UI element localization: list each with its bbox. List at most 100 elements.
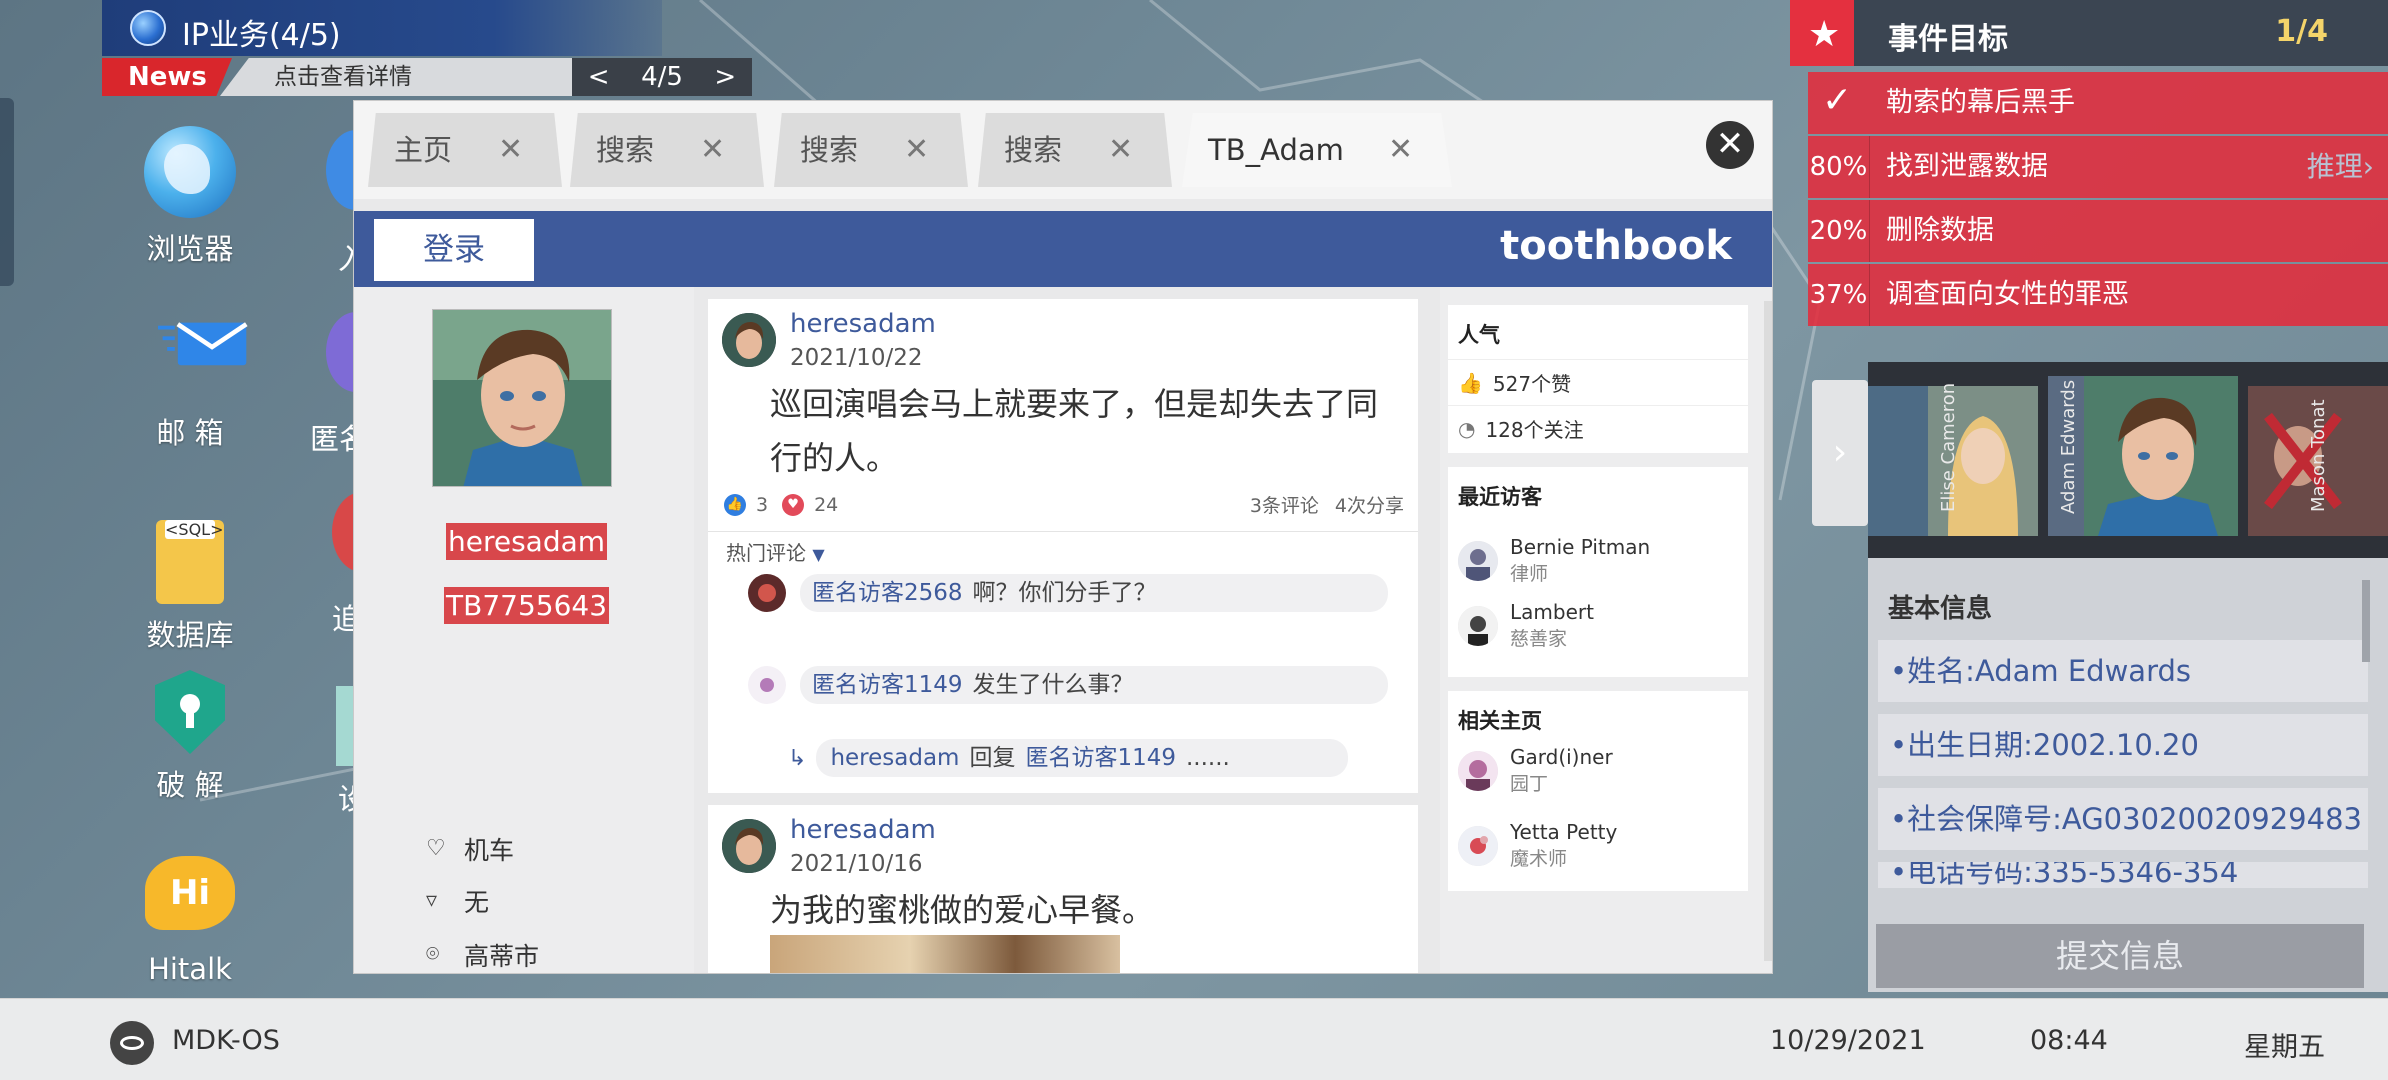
visitor-role: 律师 <box>1510 563 1549 585</box>
news-details-link[interactable]: 点击查看详情 <box>220 58 580 96</box>
likes-text: 527个赞 <box>1492 372 1572 396</box>
related-item[interactable]: Gard(i)ner 园丁 <box>1448 745 1748 804</box>
comment-item: 匿名访客1149 发生了什么事？ <box>748 665 1388 705</box>
deduce-button[interactable]: 推理› <box>2307 136 2374 198</box>
reply-text: ...... <box>1186 745 1230 771</box>
comment-item: 匿名访客2568 啊？你们分手了？ <box>748 573 1388 613</box>
objective-item[interactable]: ✓ 勒索的幕后黑手 <box>1808 72 2388 134</box>
card-title: 人气 <box>1458 323 1500 347</box>
objective-text: 找到泄露数据 <box>1886 151 2048 182</box>
tab-search[interactable]: 搜索 ✕ <box>774 113 968 187</box>
tab-label: 主页 <box>394 133 453 167</box>
brand-logo: toothbook <box>1500 223 1732 269</box>
hitalk-icon: Hi <box>145 856 235 930</box>
character-portrait[interactable] <box>1868 386 1928 536</box>
database-icon: <SQL> <box>156 520 224 604</box>
tab-search[interactable]: 搜索 ✕ <box>978 113 1172 187</box>
tab-search[interactable]: 搜索 ✕ <box>570 113 764 187</box>
desktop-mail[interactable]: 邮 箱 <box>120 312 260 452</box>
post-image[interactable] <box>770 935 1120 973</box>
info-name[interactable]: •姓名:Adam Edwards <box>1878 640 2368 702</box>
browser-icon <box>144 126 236 218</box>
objective-item[interactable]: 37% 调查面向女性的罪恶 <box>1808 264 2388 326</box>
popularity-card: 人气 👍 527个赞 ◔ 128个关注 <box>1448 305 1748 453</box>
character-strip[interactable]: Elise Cameron Adam Edwards Mason Tonat <box>1868 362 2388 558</box>
reply-target-link[interactable]: 匿名访客1149 <box>1025 745 1176 771</box>
desktop-label: 邮 箱 <box>156 416 224 450</box>
expand-panel-button[interactable]: › <box>1812 380 1868 526</box>
share-count[interactable]: 4次分享 <box>1335 491 1404 518</box>
scrollbar[interactable] <box>1764 301 1772 961</box>
globe-icon <box>130 10 166 46</box>
card-title: 最近访客 <box>1458 485 1542 509</box>
post-text: 巡回演唱会马上就要来了，但是却失去了同行的人。 <box>770 385 1379 477</box>
post-avatar[interactable] <box>722 819 776 873</box>
heart-icon[interactable]: ♥ <box>782 493 805 516</box>
tab-label: 搜索 <box>1004 133 1063 167</box>
visitor-item[interactable]: Bernie Pitman 律师 <box>1448 529 1748 594</box>
post-date: 2021/10/16 <box>790 851 923 877</box>
related-avatar <box>1458 750 1498 791</box>
info-birthdate[interactable]: •出生日期:2002.10.20 <box>1878 714 2368 776</box>
basic-info-title: 基本信息 <box>1888 594 1993 624</box>
taskbar-date: 10/29/2021 <box>1770 1025 1926 1056</box>
close-icon[interactable]: ✕ <box>1108 113 1133 187</box>
objective-item[interactable]: 20% 删除数据 <box>1808 200 2388 262</box>
comment-count[interactable]: 3条评论 <box>1250 491 1319 518</box>
close-icon[interactable]: ✕ <box>1388 113 1413 187</box>
close-icon[interactable]: ✕ <box>700 113 725 187</box>
news-page-indicator: 4/5 <box>641 62 683 92</box>
comment-avatar[interactable] <box>748 666 786 704</box>
comment-text: 发生了什么事？ <box>972 672 1134 698</box>
info-phone[interactable]: •电话号码:335-5346-354 <box>1878 862 2368 888</box>
desktop-label: 浏览器 <box>146 232 234 266</box>
post-avatar[interactable] <box>722 313 776 367</box>
reply-item: ↳ heresadam 回复 匿名访客1149...... <box>788 739 1348 777</box>
post-username-link[interactable]: heresadam <box>790 815 936 845</box>
os-logo-icon[interactable] <box>110 1021 154 1065</box>
post-feed[interactable]: heresadam 2021/10/22 巡回演唱会马上就要来了，但是却失去了同… <box>696 287 1430 973</box>
desktop-browser[interactable]: 浏览器 <box>120 126 260 268</box>
next-arrow-icon[interactable]: > <box>714 58 736 96</box>
reply-action: 回复 <box>969 745 1016 771</box>
commenter-link[interactable]: 匿名访客2568 <box>812 580 963 606</box>
thumbs-up-icon[interactable]: 👍 <box>724 493 746 516</box>
tab-home[interactable]: 主页 ✕ <box>368 113 562 187</box>
follows-row: ◔ 128个关注 <box>1448 405 1748 451</box>
objectives-title: 事件目标 <box>1888 22 2008 57</box>
related-role: 园丁 <box>1510 773 1549 795</box>
profile-hobby: ♡ 机车 <box>426 831 514 867</box>
objectives-count: 1/4 <box>2275 14 2328 49</box>
comment-bubble: 匿名访客2568 啊？你们分手了？ <box>800 574 1388 612</box>
desktop-label: Hitalk <box>148 952 232 986</box>
comment-avatar[interactable] <box>748 574 786 612</box>
window-close-button[interactable]: ✕ <box>1706 121 1754 169</box>
info-ssn[interactable]: •社会保障号:AG03020020929483 <box>1878 788 2368 850</box>
submit-info-button[interactable]: 提交信息 <box>1876 924 2364 988</box>
visitor-avatar <box>1458 540 1498 581</box>
objective-item[interactable]: 80% 找到泄露数据 推理› <box>1808 136 2388 198</box>
comment-bubble: 匿名访客1149 发生了什么事？ <box>800 666 1388 704</box>
close-icon[interactable]: ✕ <box>904 113 929 187</box>
scrollbar[interactable] <box>2362 580 2370 662</box>
desktop-crack[interactable]: 破 解 <box>120 670 260 804</box>
visitor-name: Lambert <box>1510 600 1594 624</box>
related-item[interactable]: Yetta Petty 魔术师 <box>1448 814 1748 879</box>
login-button[interactable]: 登录 <box>374 219 534 281</box>
prev-arrow-icon[interactable]: < <box>588 58 610 96</box>
objective-progress: 20% <box>1808 200 1870 262</box>
replier-link[interactable]: heresadam <box>830 745 959 771</box>
post-card: heresadam 2021/10/16 为我的蜜桃做的爱心早餐。 <box>708 805 1418 973</box>
close-icon[interactable]: ✕ <box>498 113 523 187</box>
crack-icon <box>155 670 225 754</box>
tab-label: 搜索 <box>596 133 655 167</box>
desktop-database[interactable]: <SQL> 数据库 <box>120 490 260 654</box>
left-edge-handle[interactable] <box>0 98 14 286</box>
visitor-item[interactable]: Lambert 慈善家 <box>1448 594 1748 659</box>
hot-comments-dropdown[interactable]: 热门评论 ▼ <box>726 537 825 566</box>
tab-tb-adam[interactable]: TB_Adam ✕ <box>1182 113 1452 187</box>
commenter-link[interactable]: 匿名访客1149 <box>812 672 963 698</box>
post-username-link[interactable]: heresadam <box>790 309 936 339</box>
check-icon: ✓ <box>1822 80 1853 121</box>
desktop-hitalk[interactable]: Hi Hitalk <box>120 856 260 986</box>
